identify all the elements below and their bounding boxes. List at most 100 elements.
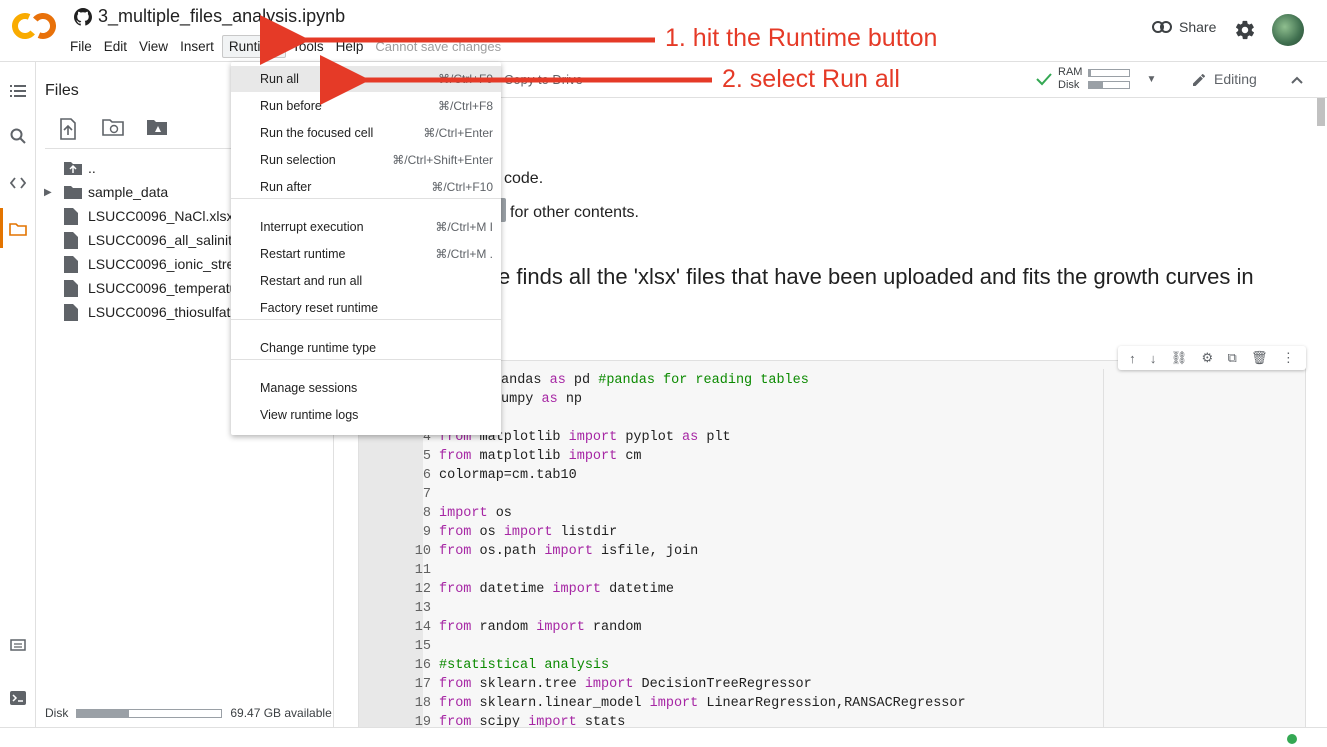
folder-icon [64,183,86,201]
runtime-menu-item[interactable]: Interrupt execution ⌘/Ctrl+M I [231,214,501,240]
chevron-down-icon[interactable]: ▼ [1146,74,1156,85]
gear-icon[interactable] [1234,19,1256,41]
runtime-menu-item[interactable]: Run after ⌘/Ctrl+F10 [231,174,501,200]
save-status: Cannot save changes [375,38,502,54]
code-line: 14 from random import random [411,618,966,637]
code-line: 15 [411,637,966,656]
runtime-menu-item[interactable]: Run the focused cell ⌘/Ctrl+Enter [231,120,501,146]
terminal-icon[interactable] [9,689,27,707]
runtime-menu-label: Run selection [260,153,336,167]
runtime-menu-item[interactable]: Change runtime type [231,335,501,361]
code-token: sklearn.linear_model [471,696,650,711]
menu-runtime[interactable]: Runtime [221,34,287,58]
runtime-menu-item[interactable]: Run before ⌘/Ctrl+F8 [231,93,501,119]
scrollbar-thumb[interactable] [1317,98,1325,126]
code-token: as [682,430,699,445]
notebook-title[interactable]: 3_multiple_files_analysis.ipynb [98,6,345,27]
file-icon [64,279,86,297]
runtime-menu-shortcut: ⌘/Ctrl+F10 [431,180,493,194]
editing-mode-button[interactable]: Editing [1192,71,1257,87]
disk-usage: Disk 69.47 GB available [45,706,333,720]
runtime-menu-item[interactable]: Restart and run all [231,268,501,294]
code-token: from [439,677,472,692]
code-token: import [544,544,593,559]
settings-icon[interactable]: ⚙ [1202,350,1214,366]
runtime-menu-label: Run before [260,99,322,113]
menu-view[interactable]: View [133,36,174,57]
code-text: from scipy import stats [439,713,625,727]
command-palette-icon[interactable] [9,636,27,654]
table-of-contents-icon[interactable] [9,82,27,100]
runtime-menu-label: Factory reset runtime [260,301,379,315]
link-icon[interactable]: ⛓ [1171,350,1188,366]
share-button[interactable]: Share [1152,19,1216,35]
runtime-menu-item[interactable]: View runtime logs [231,402,501,428]
resource-bars [1088,69,1131,89]
folder-icon[interactable] [9,220,27,238]
resource-labels: RAM Disk [1058,66,1082,92]
file-tree-label: LSUCC0096_temperatu [88,280,238,296]
line-number: 15 [414,639,431,654]
menu-file[interactable]: File [64,36,98,57]
runtime-menu-item[interactable]: Factory reset runtime [231,295,501,321]
code-token: random [584,620,642,635]
disk-label: Disk [1058,79,1080,91]
mount-drive-icon[interactable] [146,118,168,140]
expand-caret-icon[interactable]: ▶ [44,187,58,198]
runtime-menu-shortcut: ⌘/Ctrl+M . [435,247,493,261]
markdown-text-line-1: code. [504,170,544,187]
annotation-step-1: 1. hit the Runtime button [665,24,938,52]
file-tree-label: LSUCC0096_ionic_stre [88,256,235,272]
code-line: 9 from os import listdir [411,523,966,542]
copy-to-drive-button[interactable]: Copy to Drive [504,72,583,87]
code-token: os.path [471,544,545,559]
runtime-menu-item[interactable]: Restart runtime ⌘/Ctrl+M . [231,241,501,267]
code-token: from [439,582,472,597]
colab-logo-icon[interactable] [12,12,56,40]
code-token: colormap=cm.tab10 [439,468,577,483]
code-token: listdir [552,525,618,540]
more-icon[interactable]: ⋮ [1282,350,1295,366]
menu-tools[interactable]: Tools [286,36,330,57]
code-line: 10 from os.path import isfile, join [411,542,966,561]
search-icon[interactable] [9,127,27,145]
line-number: 17 [414,677,431,692]
status-bar [0,727,1327,747]
chevron-up-icon[interactable] [1290,73,1304,87]
code-token: import [584,677,634,692]
code-token: from [439,449,472,464]
code-text: from os.path import isfile, join [439,542,698,561]
runtime-menu-item[interactable]: Run all ⌘/Ctrl+F9 [231,66,501,92]
code-line: 8 import os [411,504,966,523]
line-number: 8 [422,506,431,521]
section-heading: e finds all the 'xlsx' files that have b… [498,264,1254,289]
runtime-menu-item[interactable]: Manage sessions [231,375,501,401]
code-token: from [439,525,472,540]
upload-icon[interactable] [58,118,80,140]
line-number: 6 [422,468,431,483]
move-down-icon[interactable]: ↓ [1150,351,1157,366]
runtime-menu-separator [231,198,501,199]
mirror-cell-icon[interactable]: ⧉ [1227,350,1236,366]
code-text: from os import listdir [439,523,617,542]
resources-indicator[interactable]: RAM Disk ▼ [1036,66,1156,92]
move-up-icon[interactable]: ↑ [1129,351,1136,366]
menu-help[interactable]: Help [330,36,370,57]
menu-insert[interactable]: Insert [174,36,220,57]
refresh-folder-icon[interactable] [102,118,124,140]
line-number: 9 [422,525,431,540]
scrollbar[interactable] [1315,98,1327,727]
editing-label: Editing [1214,71,1257,87]
disk-bar [1088,81,1131,89]
line-number: 11 [414,563,431,578]
code-token: import [568,449,618,464]
ram-bar [1088,69,1131,77]
code-line: 7 [411,485,966,504]
runtime-menu-shortcut: ⌘/Ctrl+Shift+Enter [392,153,493,167]
runtime-menu-item[interactable]: Run selection ⌘/Ctrl+Shift+Enter [231,147,501,173]
avatar[interactable] [1272,14,1304,46]
code-snippets-icon[interactable] [9,174,27,192]
menu-edit[interactable]: Edit [98,36,133,57]
code-token: from [439,715,472,727]
delete-icon[interactable]: 🗑 [1251,350,1268,366]
